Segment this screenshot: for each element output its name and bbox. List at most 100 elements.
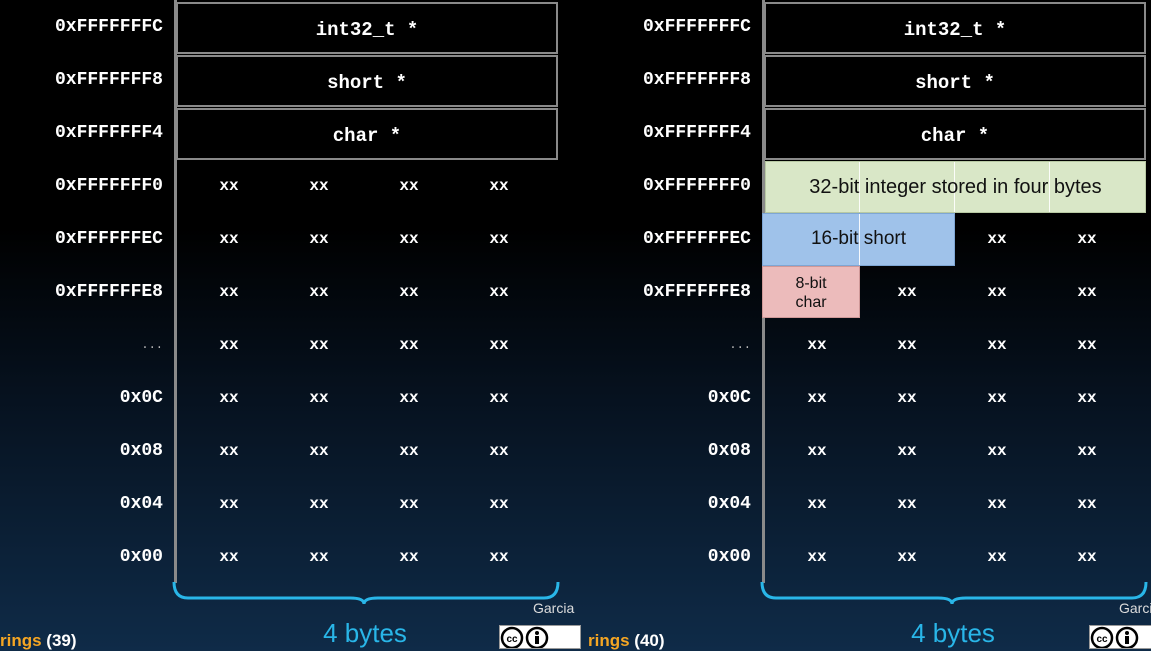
slide-title-text: rings [0, 631, 42, 650]
address-label: 0x00 [119, 547, 163, 567]
byte-cell: xx [309, 442, 329, 460]
byte-cell: xx [1077, 442, 1097, 460]
byte-cell: xx [1077, 336, 1097, 354]
byte-cell: xx [309, 336, 329, 354]
address-label: 0x04 [119, 494, 163, 514]
svg-text:cc: cc [506, 634, 518, 645]
pointer-int32-cell: int32_t * [176, 2, 558, 54]
byte-cell: xx [897, 495, 917, 513]
byte-cell: xx [489, 177, 509, 195]
address-label: 0x00 [707, 547, 751, 567]
byte-cell: xx [489, 389, 509, 407]
svg-text:cc: cc [1096, 634, 1108, 645]
address-label: 0x04 [707, 494, 751, 514]
char-overlay-line2: char [795, 294, 827, 311]
pointer-int32-cell: int32_t * [764, 2, 1146, 54]
address-label: 0xFFFFFFE8 [642, 282, 751, 302]
slide-number: (39) [46, 631, 77, 650]
byte-cell: xx [807, 548, 827, 566]
byte-cell: xx [309, 389, 329, 407]
address-label: 0xFFFFFFF4 [642, 123, 751, 143]
byte-cell: xx [399, 389, 419, 407]
byte-cell: xx [309, 283, 329, 301]
byte-cell: xx [489, 230, 509, 248]
byte-cell: xx [219, 336, 239, 354]
byte-cell: xx [399, 495, 419, 513]
address-label: 0xFFFFFFF8 [642, 70, 751, 90]
address-label: 0xFFFFFFFC [642, 17, 751, 37]
int32-overlay: 32-bit integer stored in four bytes [765, 161, 1146, 213]
byte-cell: xx [489, 548, 509, 566]
byte-cell: xx [897, 283, 917, 301]
short-overlay: 16-bit short [762, 213, 955, 266]
byte-cell: xx [987, 230, 1007, 248]
address-label: 0xFFFFFFF4 [54, 123, 163, 143]
byte-cell: xx [807, 442, 827, 460]
author-name: Garcia [533, 600, 575, 616]
byte-cell: xx [489, 495, 509, 513]
address-label: 0x0C [707, 388, 751, 408]
pointer-short-cell: short * [764, 55, 1146, 107]
pointer-char-cell: char * [764, 108, 1146, 160]
address-label: 0x0C [119, 388, 163, 408]
byte-cell: xx [1077, 283, 1097, 301]
byte-cell: xx [807, 389, 827, 407]
byte-cell: xx [897, 336, 917, 354]
byte-cell: xx [807, 336, 827, 354]
bytes-label: 4 bytes [323, 618, 407, 648]
memory-diagram-right: 0xFFFFFFFC 0xFFFFFFF8 0xFFFFFFF4 0xFFFFF… [588, 0, 1151, 651]
byte-cell: xx [219, 389, 239, 407]
byte-cell: xx [309, 495, 329, 513]
byte-cell: xx [219, 442, 239, 460]
pointer-short-cell: short * [176, 55, 558, 107]
byte-cell: xx [1077, 548, 1097, 566]
byte-cell: xx [897, 548, 917, 566]
address-label: 0xFFFFFFFC [54, 17, 163, 37]
address-label: 0xFFFFFFF0 [54, 176, 163, 196]
byte-cell: xx [1077, 389, 1097, 407]
memory-diagram-left: 0xFFFFFFFC 0xFFFFFFF8 0xFFFFFFF4 0xFFFFF… [0, 0, 585, 651]
address-label: ... [141, 338, 163, 352]
byte-cell: xx [489, 336, 509, 354]
slide-title: rings (40) [588, 631, 665, 651]
address-label: 0xFFFFFFF0 [642, 176, 751, 196]
byte-cell: xx [219, 548, 239, 566]
address-label: 0x08 [119, 441, 163, 461]
byte-cell: xx [987, 336, 1007, 354]
byte-cell: xx [399, 230, 419, 248]
pointer-char-cell: char * [176, 108, 558, 160]
address-label: 0xFFFFFFE8 [54, 282, 163, 302]
byte-cell: xx [987, 495, 1007, 513]
author-name: Garcia [1119, 600, 1151, 616]
byte-cell: xx [309, 230, 329, 248]
byte-cell: xx [489, 442, 509, 460]
byte-cell: xx [489, 283, 509, 301]
byte-cell: xx [987, 389, 1007, 407]
byte-cell: xx [219, 177, 239, 195]
byte-cell: xx [897, 442, 917, 460]
bytes-label: 4 bytes [911, 618, 995, 648]
char-overlay-line1: 8-bit [795, 275, 827, 292]
byte-cell: xx [807, 495, 827, 513]
byte-cell: xx [987, 442, 1007, 460]
byte-cell: xx [309, 548, 329, 566]
address-label: 0xFFFFFFF8 [54, 70, 163, 90]
byte-cell: xx [987, 283, 1007, 301]
byte-cell: xx [399, 283, 419, 301]
byte-cell: xx [1077, 495, 1097, 513]
byte-cell: xx [309, 177, 329, 195]
byte-cell: xx [399, 177, 419, 195]
char-overlay: 8-bit char [762, 266, 860, 318]
address-label: 0xFFFFFFEC [642, 229, 751, 249]
short-overlay-label: 16-bit short [810, 228, 907, 249]
byte-cell: xx [1077, 230, 1097, 248]
int32-overlay-label: 32-bit integer stored in four bytes [809, 176, 1102, 198]
address-label: 0xFFFFFFEC [54, 229, 163, 249]
byte-cell: xx [219, 283, 239, 301]
slide-number: (40) [634, 631, 665, 650]
cc-license-badge: cc [1089, 625, 1151, 649]
cc-license-badge: cc [499, 625, 581, 649]
byte-cell: xx [897, 389, 917, 407]
address-label: ... [729, 338, 751, 352]
byte-cell: xx [219, 495, 239, 513]
